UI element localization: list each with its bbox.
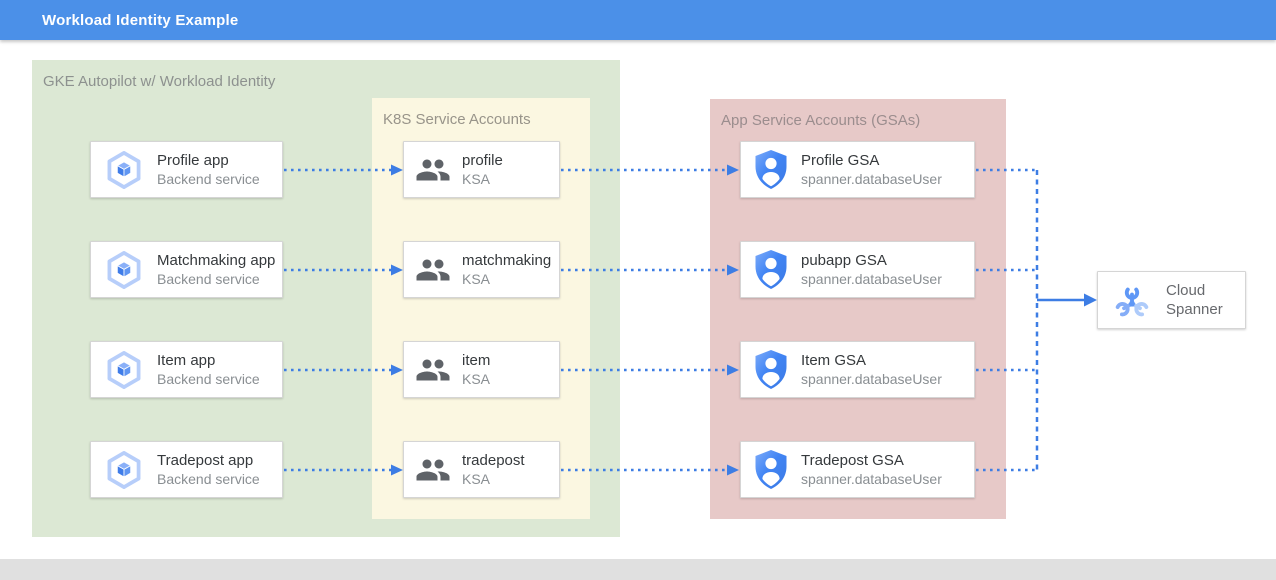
gsa-title: Item GSA (801, 351, 942, 370)
ksa-subtitle: KSA (462, 170, 503, 188)
ksa-card-matchmaking[interactable]: matchmaking KSA (403, 241, 560, 298)
gsa-title: Profile GSA (801, 151, 942, 170)
shield-user-icon (754, 449, 788, 490)
ksa-subtitle: KSA (462, 470, 525, 488)
gke-workload-icon (104, 450, 144, 490)
gsa-card-pubapp[interactable]: pubapp GSA spanner.databaseUser (740, 241, 975, 298)
shield-user-icon (754, 349, 788, 390)
cloud-spanner-icon (1110, 278, 1154, 322)
gke-workload-icon (104, 150, 144, 190)
ksa-card-item[interactable]: item KSA (403, 341, 560, 398)
people-icon (415, 152, 451, 188)
app-title: Item app (157, 351, 260, 370)
people-icon (415, 252, 451, 288)
diagram-canvas: Workload Identity Example GKE Autopilot … (0, 0, 1276, 580)
gke-group-title: GKE Autopilot w/ Workload Identity (32, 60, 620, 90)
people-icon (415, 352, 451, 388)
app-title: Profile app (157, 151, 260, 170)
gke-workload-icon (104, 250, 144, 290)
gsa-subtitle: spanner.databaseUser (801, 270, 942, 288)
bottom-gray-bar (0, 559, 1276, 580)
gsa-title: pubapp GSA (801, 251, 942, 270)
shield-user-icon (754, 149, 788, 190)
people-icon (415, 452, 451, 488)
gsa-group-title: App Service Accounts (GSAs) (710, 99, 1006, 129)
gsa-subtitle: spanner.databaseUser (801, 470, 942, 488)
ksa-subtitle: KSA (462, 370, 490, 388)
app-card-item[interactable]: Item app Backend service (90, 341, 283, 398)
app-subtitle: Backend service (157, 170, 260, 188)
shield-user-icon (754, 249, 788, 290)
ksa-title: profile (462, 151, 503, 170)
gsa-subtitle: spanner.databaseUser (801, 370, 942, 388)
gsa-card-profile[interactable]: Profile GSA spanner.databaseUser (740, 141, 975, 198)
app-card-tradepost[interactable]: Tradepost app Backend service (90, 441, 283, 498)
app-subtitle: Backend service (157, 270, 275, 288)
ksa-group-title: K8S Service Accounts (372, 98, 590, 128)
ksa-card-tradepost[interactable]: tradepost KSA (403, 441, 560, 498)
app-card-matchmaking[interactable]: Matchmaking app Backend service (90, 241, 283, 298)
app-card-profile[interactable]: Profile app Backend service (90, 141, 283, 198)
app-subtitle: Backend service (157, 470, 260, 488)
gsa-card-tradepost[interactable]: Tradepost GSA spanner.databaseUser (740, 441, 975, 498)
cloud-spanner-card[interactable]: Cloud Spanner (1097, 271, 1246, 329)
spanner-title: Cloud Spanner (1166, 281, 1236, 319)
gke-workload-icon (104, 350, 144, 390)
app-title: Matchmaking app (157, 251, 275, 270)
ksa-title: matchmaking (462, 251, 551, 270)
ksa-subtitle: KSA (462, 270, 551, 288)
ksa-title: tradepost (462, 451, 525, 470)
app-title: Tradepost app (157, 451, 260, 470)
ksa-title: item (462, 351, 490, 370)
ksa-card-profile[interactable]: profile KSA (403, 141, 560, 198)
app-subtitle: Backend service (157, 370, 260, 388)
gsa-title: Tradepost GSA (801, 451, 942, 470)
page-title: Workload Identity Example (42, 12, 238, 29)
title-bar: Workload Identity Example (0, 0, 1276, 40)
gsa-card-item[interactable]: Item GSA spanner.databaseUser (740, 341, 975, 398)
gsa-subtitle: spanner.databaseUser (801, 170, 942, 188)
